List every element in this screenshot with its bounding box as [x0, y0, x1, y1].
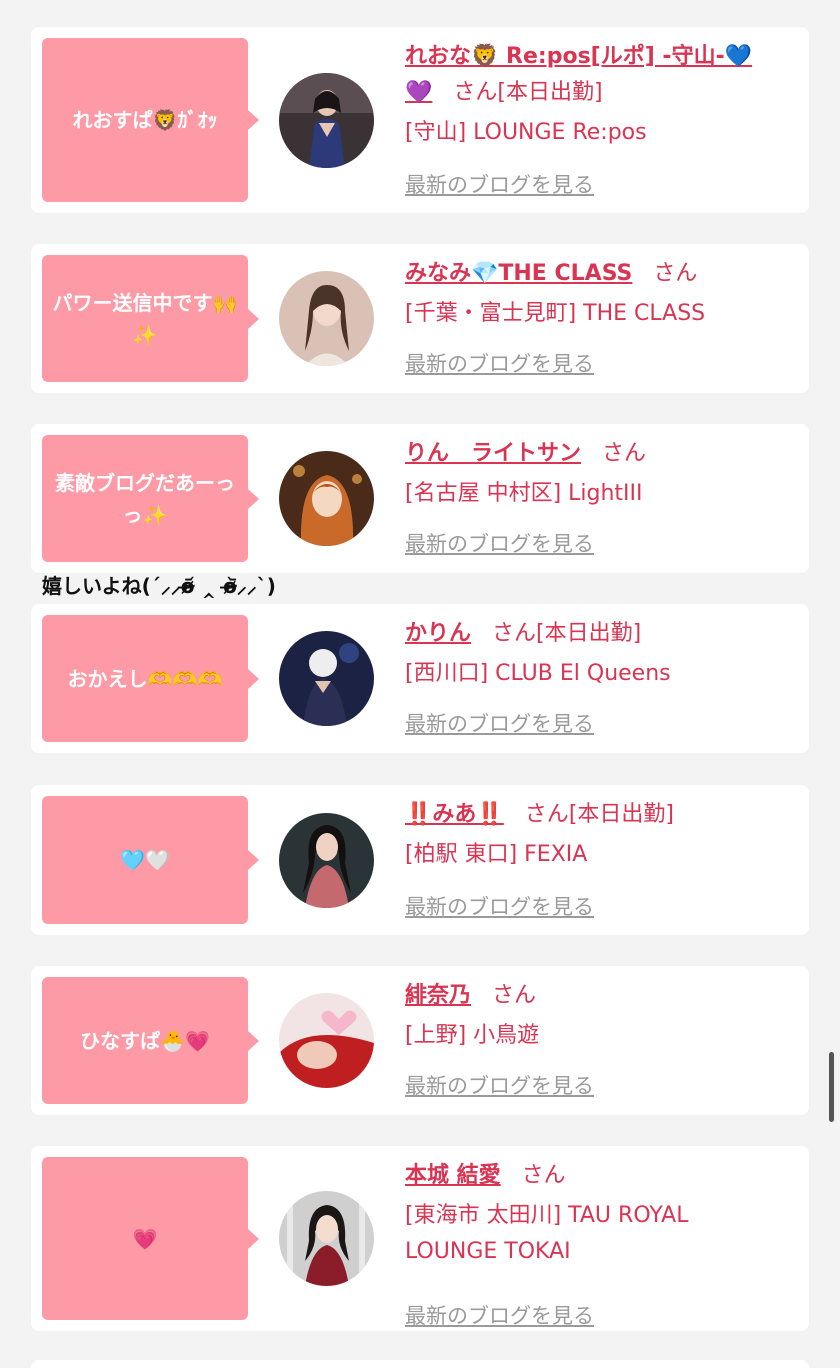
- avatar[interactable]: [279, 813, 374, 908]
- entry-info: りん ライトサン さん [名古屋 中村区] LightIII 最新のブログを見る: [405, 436, 795, 556]
- honorific: さん: [492, 621, 537, 646]
- girl-name-link[interactable]: みなみ💎THE CLASS: [405, 261, 632, 286]
- status-today: [本日出勤]: [568, 802, 674, 827]
- honorific: さん: [653, 261, 698, 286]
- girl-name-link[interactable]: 本城 結愛: [405, 1163, 501, 1188]
- shop-label: [西川口] CLUB El Queens: [405, 661, 671, 686]
- entry-card: おかえし🫶🫶🫶 かりん さん[本日出勤] [西川口] CLUB El Queen…: [31, 604, 809, 753]
- shop-label: [東海市 太田川] TAU ROYAL LOUNGE TOKAI: [405, 1203, 689, 1264]
- entry-info: 本城 結愛 さん [東海市 太田川] TAU ROYAL LOUNGE TOKA…: [405, 1158, 795, 1328]
- avatar-photo-icon: [279, 73, 374, 168]
- girl-name-link[interactable]: ‼️みあ‼️: [405, 802, 504, 827]
- comment-bubble-text: おかえし🫶🫶🫶: [67, 666, 223, 691]
- avatar-photo-icon: [279, 1191, 374, 1286]
- comment-bubble-text: パワー送信中です🙌✨: [52, 290, 238, 347]
- name-line: りん ライトサン さん: [405, 436, 795, 472]
- entry-info: れおな🦁 Re:pos[ルポ] -守山-💙💜 さん[本日出勤] [守山] LOU…: [405, 39, 795, 197]
- comment-bubble: ひなすぱ🐣💗: [42, 977, 259, 1104]
- name-line: れおな🦁 Re:pos[ルポ] -守山-💙💜 さん[本日出勤]: [405, 39, 775, 111]
- honorific: さん: [521, 1163, 566, 1188]
- comment-bubble: おかえし🫶🫶🫶: [42, 615, 259, 742]
- entry-card: ひなすぱ🐣💗 緋奈乃 さん [上野] 小鳥遊 最新のブログを見る: [31, 966, 809, 1115]
- entry-card: パワー送信中です🙌✨ みなみ💎THE CLASS さん [千葉・富士見町] TH…: [31, 244, 809, 393]
- avatar[interactable]: [279, 1191, 374, 1286]
- entry-info: かりん さん[本日出勤] [西川口] CLUB El Queens 最新のブログ…: [405, 616, 795, 736]
- entry-card: 素敵ブログだあーっっ✨ りん ライトサン さん [名古屋 中村区] LightI…: [31, 424, 809, 573]
- comment-bubble-text: れおすぱ🦁ｶﾞｵｯ: [72, 108, 218, 132]
- latest-blog-link[interactable]: 最新のブログを見る: [405, 1070, 594, 1100]
- girl-name-link[interactable]: 緋奈乃: [405, 983, 471, 1008]
- comment-bubble-text: 素敵ブログだあーっっ✨: [55, 470, 235, 527]
- shop-label: [柏駅 東口] FEXIA: [405, 842, 588, 867]
- name-line: みなみ💎THE CLASS さん: [405, 256, 795, 292]
- honorific: さん: [492, 983, 537, 1008]
- avatar-illustration-icon: [279, 451, 374, 546]
- avatar[interactable]: [279, 271, 374, 366]
- girl-name-link[interactable]: りん ライトサン: [405, 441, 581, 466]
- honorific: さん: [453, 80, 498, 105]
- avatar-photo-icon: [279, 271, 374, 366]
- status-today: [本日出勤]: [536, 621, 642, 646]
- girl-name-link[interactable]: かりん: [405, 621, 471, 646]
- latest-blog-link[interactable]: 最新のブログを見る: [405, 891, 594, 921]
- avatar[interactable]: [279, 631, 374, 726]
- blog-recommendation-feed: れおすぱ🦁ｶﾞｵｯ れおな🦁 Re:pos[ルポ] -守山-💙💜 さん[本日出勤…: [0, 0, 840, 1368]
- latest-blog-link[interactable]: 最新のブログを見る: [405, 528, 594, 558]
- comment-bubble-text: ひなすぱ🐣💗: [80, 1028, 210, 1053]
- avatar[interactable]: [279, 451, 374, 546]
- scrollbar[interactable]: [829, 1052, 834, 1122]
- shop-label: [名古屋 中村区] LightIII: [405, 481, 643, 506]
- comment-bubble-text: 💗: [132, 1226, 158, 1251]
- entry-info: ‼️みあ‼️ さん[本日出勤] [柏駅 東口] FEXIA 最新のブログを見る: [405, 797, 795, 919]
- avatar[interactable]: [279, 993, 374, 1088]
- honorific: さん: [602, 441, 647, 466]
- comment-bubble: パワー送信中です🙌✨: [42, 255, 259, 382]
- latest-blog-link[interactable]: 最新のブログを見る: [405, 708, 594, 738]
- latest-blog-link[interactable]: 最新のブログを見る: [405, 348, 594, 378]
- avatar-photo-icon: [279, 993, 374, 1088]
- name-line: 緋奈乃 さん: [405, 978, 795, 1014]
- name-line: 本城 結愛 さん: [405, 1158, 795, 1194]
- entry-card: れおすぱ🦁ｶﾞｵｯ れおな🦁 Re:pos[ルポ] -守山-💙💜 さん[本日出勤…: [31, 27, 809, 213]
- name-line: ‼️みあ‼️ さん[本日出勤]: [405, 797, 795, 833]
- avatar-photo-icon: [279, 813, 374, 908]
- avatar[interactable]: [279, 73, 374, 168]
- comment-bubble-text: 🩵🤍: [120, 848, 170, 872]
- entry-info: みなみ💎THE CLASS さん [千葉・富士見町] THE CLASS 最新の…: [405, 256, 795, 376]
- shop-label: [守山] LOUNGE Re:pos: [405, 120, 647, 145]
- latest-blog-link[interactable]: 最新のブログを見る: [405, 169, 594, 199]
- comment-bubble: 素敵ブログだあーっっ✨: [42, 435, 259, 562]
- entry-card: [31, 1360, 809, 1368]
- comment-bubble: れおすぱ🦁ｶﾞｵｯ: [42, 38, 259, 202]
- name-line: かりん さん[本日出勤]: [405, 616, 795, 652]
- comment-text: 嬉しいよね(ˊ⸝⸝o̴̶̷᷄ ‸ o̴̶̷᷅⸝⸝ˋ): [42, 574, 276, 598]
- honorific: さん: [524, 802, 569, 827]
- avatar-photo-icon: [279, 631, 374, 726]
- shop-label: [上野] 小鳥遊: [405, 1023, 540, 1048]
- comment-bubble: 💗: [42, 1157, 259, 1320]
- comment-bubble: 🩵🤍: [42, 796, 259, 924]
- latest-blog-link[interactable]: 最新のブログを見る: [405, 1300, 594, 1330]
- entry-card: 💗 本城 結愛 さん [東海市 太田川] TAU ROYAL LOUNGE TO…: [31, 1146, 809, 1331]
- entry-card: 🩵🤍 ‼️みあ‼️ さん[本日出勤] [柏駅 東口] FEXIA 最新のブログを…: [31, 785, 809, 935]
- entry-info: 緋奈乃 さん [上野] 小鳥遊 最新のブログを見る: [405, 978, 795, 1098]
- shop-label: [千葉・富士見町] THE CLASS: [405, 301, 706, 326]
- status-today: [本日出勤]: [497, 80, 603, 105]
